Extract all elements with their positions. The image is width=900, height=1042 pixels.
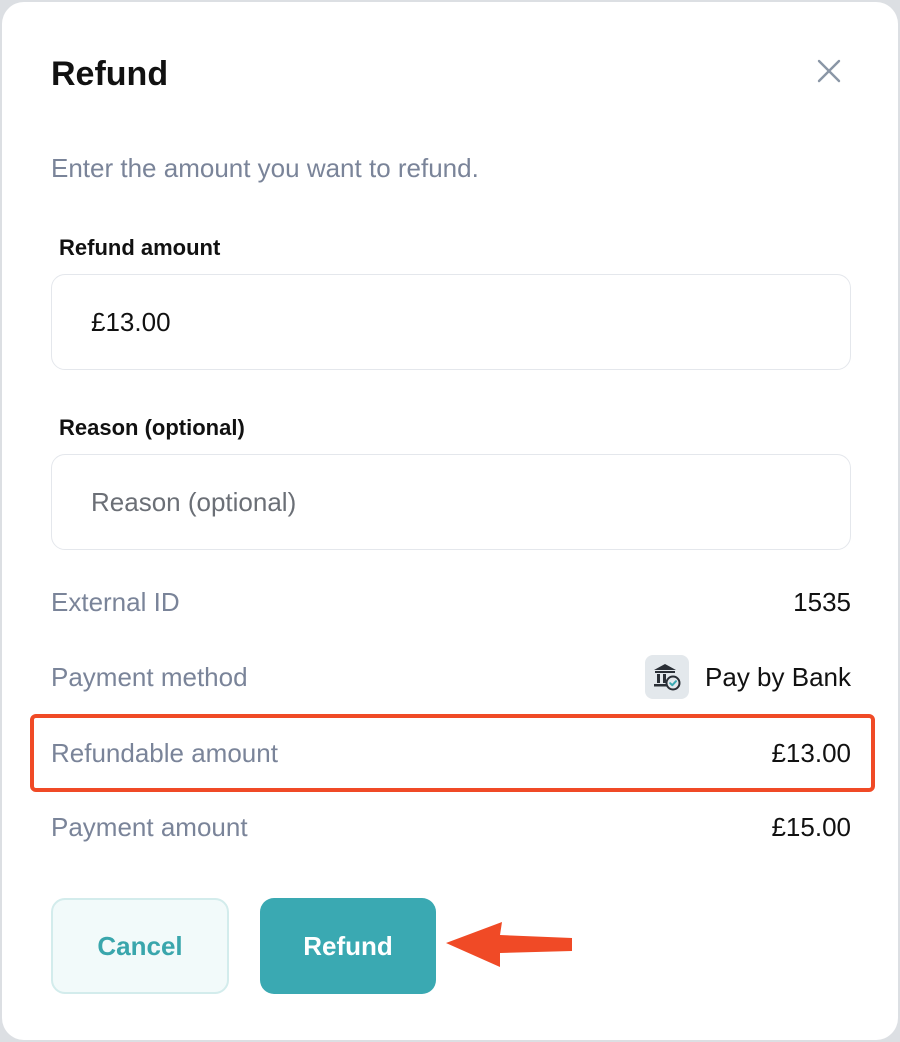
annotation-arrow-icon bbox=[446, 922, 572, 967]
external-id-value: 1535 bbox=[793, 587, 851, 617]
close-icon[interactable] bbox=[812, 54, 846, 88]
dialog-title: Refund bbox=[51, 55, 169, 93]
refund-button[interactable]: Refund bbox=[260, 898, 436, 994]
refund-amount-input[interactable] bbox=[52, 275, 850, 369]
refund-amount-field[interactable] bbox=[51, 274, 851, 370]
reason-label: Reason (optional) bbox=[59, 415, 245, 440]
reason-field[interactable] bbox=[51, 454, 851, 550]
bank-icon bbox=[645, 655, 690, 699]
payment-method-value: Pay by Bank bbox=[645, 653, 851, 701]
reason-input[interactable] bbox=[52, 455, 850, 549]
refund-amount-label: Refund amount bbox=[59, 235, 221, 260]
cancel-button[interactable]: Cancel bbox=[51, 898, 229, 994]
payment-amount-value: £15.00 bbox=[771, 812, 851, 842]
refundable-amount-highlight bbox=[30, 714, 875, 792]
refund-dialog: Refund Enter the amount you want to refu… bbox=[2, 2, 898, 1040]
external-id-row: External ID 1535 bbox=[51, 582, 851, 622]
dialog-subtitle: Enter the amount you want to refund. bbox=[51, 153, 479, 183]
payment-method-text: Pay by Bank bbox=[705, 662, 851, 692]
payment-amount-label: Payment amount bbox=[51, 812, 248, 842]
payment-method-row: Payment method Pay by Bank bbox=[51, 655, 851, 699]
payment-amount-row: Payment amount £15.00 bbox=[51, 807, 851, 847]
close-button[interactable] bbox=[812, 54, 846, 88]
payment-method-label: Payment method bbox=[51, 662, 248, 692]
external-id-label: External ID bbox=[51, 587, 180, 617]
